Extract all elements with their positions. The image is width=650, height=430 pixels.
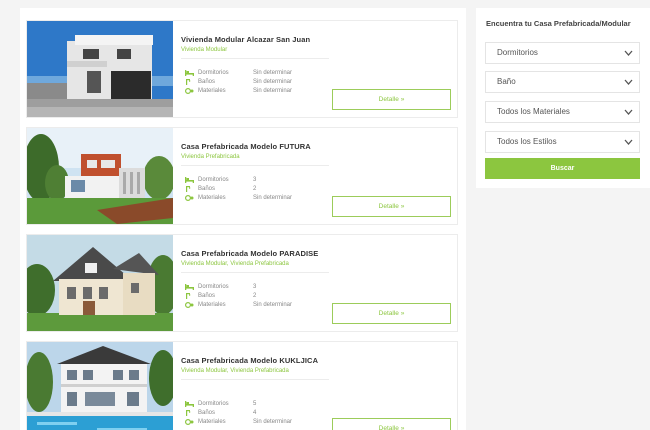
attribute-materials: Materiales Sin determinar bbox=[185, 195, 292, 201]
attribute-bedrooms: Dormitorios Sin determinar bbox=[185, 70, 292, 76]
select-value: Todos los Estilos bbox=[497, 137, 557, 146]
attribute-label: Dormitorios bbox=[198, 401, 229, 407]
attribute-value: 2 bbox=[253, 293, 257, 299]
attribute-label: Materiales bbox=[198, 419, 226, 425]
listing-category[interactable]: Vivienda Modular, Vivienda Prefabricada bbox=[181, 368, 289, 374]
attribute-value: Sin determinar bbox=[253, 302, 293, 308]
attribute-value: 3 bbox=[253, 284, 257, 290]
bed-icon bbox=[185, 401, 194, 407]
detail-button[interactable]: Detalle » bbox=[332, 303, 451, 324]
listing-title[interactable]: Casa Prefabricada Modelo PARADISE bbox=[181, 249, 318, 258]
attribute-materials: Materiales Sin determinar bbox=[185, 88, 292, 94]
attribute-value: Sin determinar bbox=[253, 195, 293, 201]
divider bbox=[181, 379, 329, 380]
attribute-bathrooms: Baños 4 bbox=[185, 410, 256, 416]
listing-category[interactable]: Vivienda Modular bbox=[181, 47, 227, 53]
attribute-label: Materiales bbox=[198, 88, 226, 94]
attribute-bathrooms: Baños 2 bbox=[185, 186, 256, 192]
bathroom-select[interactable]: Baño bbox=[485, 71, 640, 93]
materials-icon bbox=[185, 419, 194, 425]
attribute-materials: Materiales Sin determinar bbox=[185, 419, 292, 425]
listing-card: Casa Prefabricada Modelo FUTURA Vivienda… bbox=[26, 127, 458, 225]
attribute-label: Materiales bbox=[198, 195, 226, 201]
bath-icon bbox=[185, 79, 194, 85]
attribute-value: Sin determinar bbox=[253, 79, 293, 85]
bath-icon bbox=[185, 410, 194, 416]
materials-select[interactable]: Todos los Materiales bbox=[485, 101, 640, 123]
attribute-bedrooms: Dormitorios 3 bbox=[185, 284, 256, 290]
listing-photo[interactable] bbox=[27, 128, 173, 224]
select-value: Dormitorios bbox=[497, 48, 538, 57]
chevron-down-icon bbox=[624, 109, 633, 115]
listing-card: Casa Prefabricada Modelo KUKLJICA Vivien… bbox=[26, 341, 458, 430]
search-sidebar: Encuentra tu Casa Prefabricada/Modular D… bbox=[476, 8, 650, 188]
attribute-value: 5 bbox=[253, 401, 257, 407]
detail-button[interactable]: Detalle » bbox=[332, 418, 451, 430]
chevron-down-icon bbox=[624, 139, 633, 145]
attribute-value: Sin determinar bbox=[253, 419, 293, 425]
listing-title[interactable]: Casa Prefabricada Modelo FUTURA bbox=[181, 142, 311, 151]
bath-icon bbox=[185, 293, 194, 299]
bath-icon bbox=[185, 186, 194, 192]
attribute-value: 2 bbox=[253, 186, 257, 192]
attribute-bathrooms: Baños Sin determinar bbox=[185, 79, 292, 85]
listing-photo[interactable] bbox=[27, 235, 173, 331]
detail-button[interactable]: Detalle » bbox=[332, 89, 451, 110]
select-value: Todos los Materiales bbox=[497, 107, 570, 116]
attribute-label: Dormitorios bbox=[198, 70, 229, 76]
listing-title[interactable]: Vivienda Modular Alcazar San Juan bbox=[181, 35, 310, 44]
attribute-label: Baños bbox=[198, 410, 216, 416]
listing-photo[interactable] bbox=[27, 342, 173, 430]
attribute-materials: Materiales Sin determinar bbox=[185, 302, 292, 308]
detail-button[interactable]: Detalle » bbox=[332, 196, 451, 217]
attribute-label: Baños bbox=[198, 186, 216, 192]
listing-photo[interactable] bbox=[27, 21, 173, 117]
bed-icon bbox=[185, 284, 194, 290]
attribute-value: 4 bbox=[253, 410, 257, 416]
attribute-value: Sin determinar bbox=[253, 70, 293, 76]
bed-icon bbox=[185, 70, 194, 76]
divider bbox=[181, 165, 329, 166]
attribute-bedrooms: Dormitorios 3 bbox=[185, 177, 256, 183]
attribute-value: 3 bbox=[253, 177, 257, 183]
bedrooms-select[interactable]: Dormitorios bbox=[485, 42, 640, 64]
select-value: Baño bbox=[497, 77, 516, 86]
materials-icon bbox=[185, 302, 194, 308]
attribute-label: Materiales bbox=[198, 302, 226, 308]
listings-panel: Vivienda Modular Alcazar San Juan Vivien… bbox=[20, 8, 466, 430]
listing-card: Vivienda Modular Alcazar San Juan Vivien… bbox=[26, 20, 458, 118]
divider bbox=[181, 272, 329, 273]
sidebar-heading: Encuentra tu Casa Prefabricada/Modular bbox=[486, 19, 631, 28]
search-button[interactable]: Buscar bbox=[485, 158, 640, 179]
attribute-label: Dormitorios bbox=[198, 177, 229, 183]
bed-icon bbox=[185, 177, 194, 183]
listing-title[interactable]: Casa Prefabricada Modelo KUKLJICA bbox=[181, 356, 318, 365]
materials-icon bbox=[185, 88, 194, 94]
listing-category[interactable]: Vivienda Prefabricada bbox=[181, 154, 240, 160]
attribute-label: Dormitorios bbox=[198, 284, 229, 290]
listing-category[interactable]: Vivienda Modular, Vivienda Prefabricada bbox=[181, 261, 289, 267]
chevron-down-icon bbox=[624, 79, 633, 85]
attribute-value: Sin determinar bbox=[253, 88, 293, 94]
attribute-label: Baños bbox=[198, 79, 216, 85]
attribute-bathrooms: Baños 2 bbox=[185, 293, 256, 299]
chevron-down-icon bbox=[624, 50, 633, 56]
divider bbox=[181, 58, 329, 59]
materials-icon bbox=[185, 195, 194, 201]
listing-card: Casa Prefabricada Modelo PARADISE Vivien… bbox=[26, 234, 458, 332]
styles-select[interactable]: Todos los Estilos bbox=[485, 131, 640, 153]
attribute-bedrooms: Dormitorios 5 bbox=[185, 401, 256, 407]
attribute-label: Baños bbox=[198, 293, 216, 299]
